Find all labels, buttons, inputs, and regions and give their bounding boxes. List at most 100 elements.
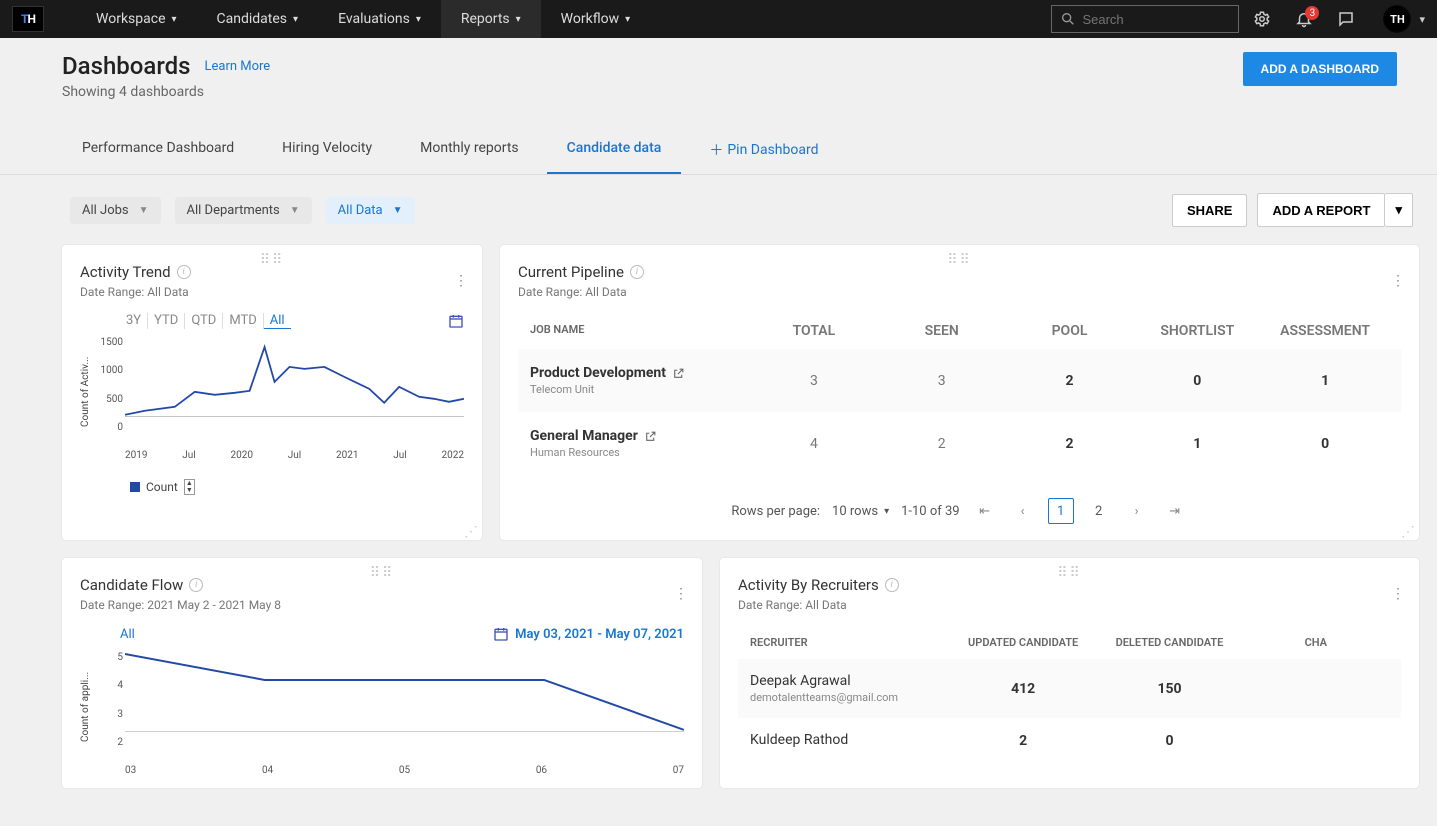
job-name[interactable]: General Manager <box>530 428 750 444</box>
drag-handle-icon[interactable]: ⠿⠿ <box>947 257 972 263</box>
tick-label: Jul <box>393 450 406 461</box>
search-input[interactable] <box>1082 12 1230 27</box>
range-all[interactable]: All <box>264 313 291 329</box>
info-icon[interactable]: i <box>177 265 191 279</box>
tab-candidate-data[interactable]: Candidate data <box>547 130 682 174</box>
card-menu-icon[interactable]: ⋮ <box>1387 582 1409 606</box>
col-pool: POOL <box>1006 323 1134 339</box>
range-ytd[interactable]: YTD <box>148 313 185 329</box>
tick-label: 03 <box>125 765 136 776</box>
external-link-icon[interactable] <box>644 430 657 443</box>
tick-label: 2020 <box>230 450 252 461</box>
search-box[interactable] <box>1051 5 1239 33</box>
card-menu-icon[interactable]: ⋮ <box>450 269 472 293</box>
chart-y-label: Count of Activ... <box>80 337 91 447</box>
nav-workflow[interactable]: Workflow▾ <box>541 0 651 38</box>
search-icon <box>1060 11 1076 27</box>
table-row[interactable]: Deepak Agrawal demotalentteams@gmail.com… <box>738 659 1401 718</box>
nav-reports[interactable]: Reports▾ <box>441 0 541 38</box>
tick-label: 2019 <box>125 450 147 461</box>
info-icon[interactable]: i <box>885 578 899 592</box>
tick-label: 3 <box>91 709 123 720</box>
resize-grip-icon[interactable]: ⋰ <box>1401 529 1415 536</box>
add-report-button[interactable]: ADD A REPORT <box>1257 193 1385 227</box>
nav-candidates[interactable]: Candidates▾ <box>197 0 319 38</box>
legend-stepper[interactable]: ▲▼ <box>184 479 195 495</box>
col-shortlist: SHORTLIST <box>1133 323 1261 339</box>
rows-per-page-label: Rows per page: <box>731 504 820 519</box>
info-icon[interactable]: i <box>189 578 203 592</box>
chevron-down-icon[interactable]: ▾ <box>1419 13 1425 26</box>
table-row[interactable]: Product Development Telecom Unit 3 3 2 0… <box>518 349 1401 412</box>
card-current-pipeline: ⠿⠿ ⋮ Current Pipeline i Date Range: All … <box>500 245 1419 540</box>
external-link-icon[interactable] <box>672 367 685 380</box>
nav-evaluations[interactable]: Evaluations▾ <box>318 0 441 38</box>
user-avatar[interactable]: TH <box>1383 5 1411 33</box>
page-title: Dashboards <box>62 52 190 80</box>
settings-icon[interactable] <box>1243 10 1281 28</box>
tick-label: 2021 <box>336 450 358 461</box>
drag-handle-icon[interactable]: ⠿⠿ <box>1057 570 1082 576</box>
notification-badge: 3 <box>1305 6 1319 20</box>
tick-label: 5 <box>91 652 123 663</box>
tick-label: 04 <box>262 765 273 776</box>
range-qtd[interactable]: QTD <box>185 313 223 329</box>
rows-select[interactable]: 10 rows▾ <box>832 504 889 519</box>
nav-workspace[interactable]: Workspace▾ <box>76 0 197 38</box>
topbar: TH Workspace▾Candidates▾Evaluations▾Repo… <box>0 0 1437 38</box>
info-icon[interactable]: i <box>630 265 644 279</box>
drag-handle-icon[interactable]: ⠿⠿ <box>260 257 285 263</box>
pin-dashboard-tab[interactable]: ＋ Pin Dashboard <box>689 130 838 174</box>
add-dashboard-button[interactable]: ADD A DASHBOARD <box>1243 52 1397 86</box>
page-2[interactable]: 2 <box>1086 498 1112 524</box>
learn-more-link[interactable]: Learn More <box>204 59 270 74</box>
tick-label: 05 <box>399 765 410 776</box>
share-button[interactable]: SHARE <box>1172 194 1248 227</box>
tick-label: 2022 <box>441 450 463 461</box>
tick-label: 0 <box>91 422 123 433</box>
drag-handle-icon[interactable]: ⠿⠿ <box>370 570 395 576</box>
bell-icon[interactable]: 3 <box>1285 10 1323 28</box>
card-menu-icon[interactable]: ⋮ <box>1387 269 1409 293</box>
col-total: TOTAL <box>750 323 878 339</box>
app-logo[interactable]: TH <box>12 6 44 32</box>
flow-date-picker[interactable]: May 03, 2021 - May 07, 2021 <box>493 626 684 642</box>
flow-range-all[interactable]: All <box>80 627 141 642</box>
legend-label: Count <box>146 480 178 494</box>
tick-label: Jul <box>182 450 195 461</box>
table-row[interactable]: General Manager Human Resources 4 2 2 1 … <box>518 412 1401 475</box>
card-menu-icon[interactable]: ⋮ <box>670 582 692 606</box>
flow-chart <box>125 652 684 732</box>
tab-performance-dashboard[interactable]: Performance Dashboard <box>62 130 254 174</box>
card-activity-trend: ⠿⠿ ⋮ Activity Trend i Date Range: All Da… <box>62 245 482 540</box>
filter-chip-all-jobs[interactable]: All Jobs▼ <box>70 197 161 224</box>
page-1[interactable]: 1 <box>1048 498 1074 524</box>
col-assessment: ASSESSMENT <box>1261 323 1389 339</box>
tick-label: 07 <box>673 765 684 776</box>
add-report-menu[interactable]: ▾ <box>1385 193 1413 227</box>
job-name[interactable]: Product Development <box>530 365 750 381</box>
prev-page-icon[interactable]: ‹ <box>1010 498 1036 524</box>
plus-icon: ＋ <box>709 140 723 160</box>
calendar-icon[interactable] <box>448 313 464 329</box>
message-icon[interactable] <box>1327 10 1365 28</box>
next-page-icon[interactable]: › <box>1124 498 1150 524</box>
card-activity-recruiters: ⠿⠿ ⋮ Activity By Recruiters i Date Range… <box>720 558 1419 788</box>
table-row[interactable]: Kuldeep Rathod 2 0 <box>738 718 1401 764</box>
first-page-icon[interactable]: ⇤ <box>972 498 998 524</box>
range-mtd[interactable]: MTD <box>223 313 263 329</box>
tab-monthly-reports[interactable]: Monthly reports <box>400 130 539 174</box>
tab-hiring-velocity[interactable]: Hiring Velocity <box>262 130 392 174</box>
resize-grip-icon[interactable]: ⋰ <box>464 529 478 536</box>
job-dept: Human Resources <box>530 446 750 459</box>
page-header: Dashboards Learn More Showing 4 dashboar… <box>0 38 1437 100</box>
filter-chip-all-departments[interactable]: All Departments▼ <box>175 197 312 224</box>
filter-chip-all-data[interactable]: All Data▼ <box>326 197 415 224</box>
last-page-icon[interactable]: ⇥ <box>1162 498 1188 524</box>
pagination: Rows per page: 10 rows▾ 1-10 of 39 ⇤ ‹ 1… <box>518 488 1401 528</box>
card-date-range: Date Range: All Data <box>80 285 464 299</box>
col-cha: CHA <box>1243 636 1389 649</box>
page-subtitle: Showing 4 dashboards <box>62 84 1243 100</box>
recruiter-email: demotalentteams@gmail.com <box>750 691 950 704</box>
range-3y[interactable]: 3Y <box>120 313 148 329</box>
